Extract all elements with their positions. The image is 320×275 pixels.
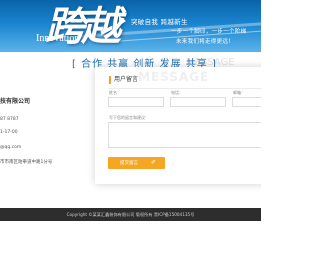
submit-button[interactable]: 提交留言 ✐ (108, 157, 165, 169)
page: 跨越 Innovation 突破自我 跨越新生 一步一个脚印，一步一个阶梯 未来… (0, 0, 261, 275)
company-info: 技有限公司 87 8787 1-17-00 @qq.com 市市南区跆拳道中路1… (0, 97, 88, 165)
form-watermark: MESSAGE (138, 70, 210, 84)
message-label: 写下您的留言和建议： (109, 115, 149, 120)
footer: Copyright ©某某汇鑫装饰有限公司 版权所有 黑ICP备15004135… (0, 208, 261, 221)
phone-input[interactable] (170, 97, 226, 107)
banner-slogan-line1: 一步一个脚印，一步一个阶梯 (171, 29, 247, 35)
email-input[interactable] (232, 97, 261, 107)
company-mobile: 1-17-00 (0, 130, 18, 135)
banner-slogan-line2: 未来我们将走得更远！ (176, 39, 235, 45)
banner-slogan-main: 突破自我 跨越新生 (131, 18, 188, 26)
company-address: 市市南区跆拳道中路1分号 (0, 160, 53, 165)
banner-calligraphy: 跨越 (45, 3, 121, 50)
form-divider (108, 88, 261, 89)
phone-label: 电话： (171, 90, 183, 95)
name-label: 姓名： (109, 90, 121, 95)
form-title: 用户留言 (109, 76, 138, 84)
pencil-icon: ✐ (151, 159, 157, 166)
email-label: 邮箱： (233, 90, 245, 95)
message-textarea[interactable] (108, 122, 261, 148)
submit-button-label: 提交留言 (120, 161, 138, 166)
company-email: @qq.com (0, 145, 22, 150)
hero-banner: 跨越 Innovation 突破自我 跨越新生 一步一个脚印，一步一个阶梯 未来… (0, 0, 261, 52)
company-tel: 87 8787 (0, 117, 19, 122)
footer-copyright: Copyright ©某某汇鑫装饰有限公司 版权所有 黑ICP备15004135… (66, 212, 195, 217)
name-input[interactable] (108, 97, 164, 107)
play-arrow-icon (119, 16, 126, 26)
company-name: 技有限公司 (0, 98, 31, 105)
banner-brand-word: Innovation (36, 33, 80, 44)
message-form-card: MESSAGE 用户留言 姓名： 电话： 邮箱： 写下您的留言和建议： 提交留言… (95, 67, 261, 184)
